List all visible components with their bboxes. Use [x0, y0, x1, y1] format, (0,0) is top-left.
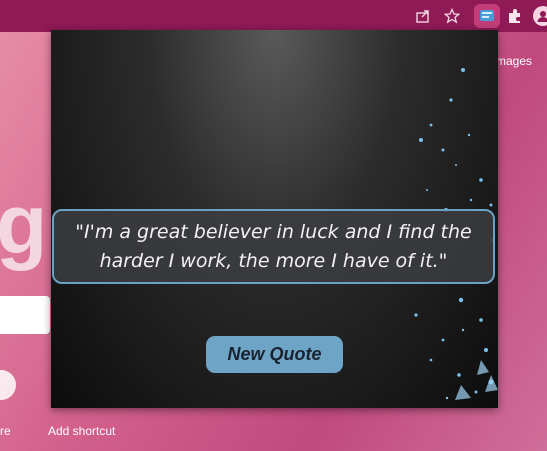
images-link[interactable]: mages	[496, 54, 532, 68]
search-box[interactable]	[0, 296, 50, 334]
quote-box: "I'm a great believer in luck and I find…	[52, 209, 495, 284]
puzzle-icon[interactable]	[504, 5, 526, 27]
shortcut-label[interactable]: re	[0, 424, 11, 438]
new-quote-button[interactable]: New Quote	[206, 336, 343, 373]
profile-icon[interactable]	[533, 6, 547, 26]
extension-quote-icon[interactable]	[474, 4, 500, 28]
share-icon[interactable]	[412, 5, 434, 27]
quote-popup: "I'm a great believer in luck and I find…	[51, 30, 498, 408]
browser-toolbar	[0, 0, 547, 32]
shortcut-tile[interactable]	[0, 370, 16, 400]
add-shortcut-label[interactable]: Add shortcut	[48, 424, 115, 438]
quote-text: "I'm a great believer in luck and I find…	[75, 220, 472, 272]
star-icon[interactable]	[441, 5, 463, 27]
search-logo-fragment: g	[0, 177, 47, 271]
